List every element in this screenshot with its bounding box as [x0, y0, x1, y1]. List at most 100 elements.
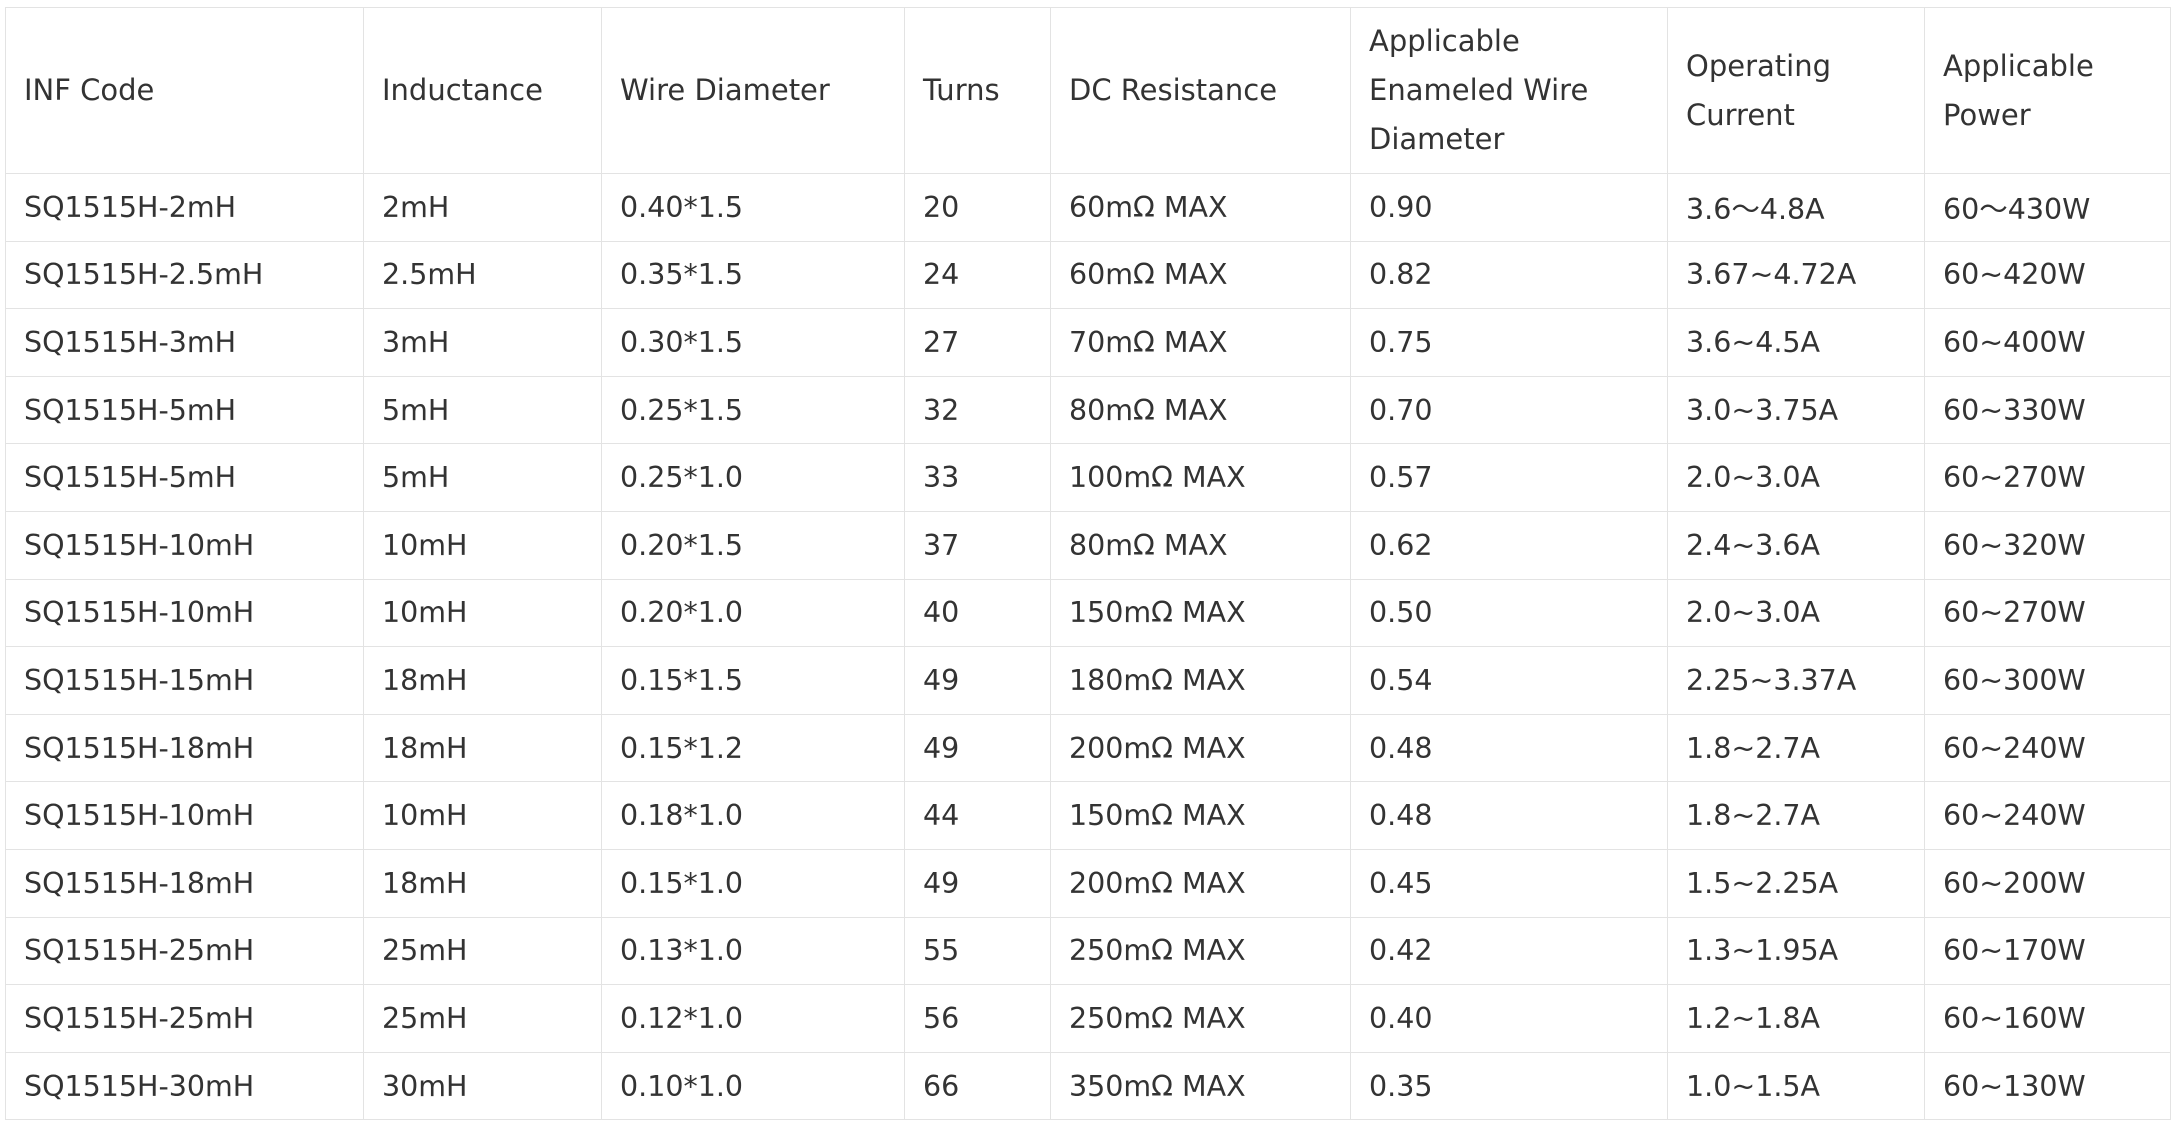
- cell-wire-diameter: 0.18*1.0: [601, 781, 905, 850]
- cell-operating-current: 1.2~1.8A: [1667, 984, 1925, 1053]
- cell-enameled-wire-diameter: 0.42: [1350, 916, 1668, 986]
- cell-inf-code: SQ1515H-10mH: [5, 510, 364, 580]
- cell-operating-current: 1.8~2.7A: [1667, 713, 1925, 783]
- column-header-applicable-power: Applicable Power: [1924, 7, 2171, 174]
- cell-inductance: 10mH: [363, 578, 602, 648]
- cell-dc-resistance: 60mΩ MAX: [1050, 173, 1351, 242]
- cell-operating-current: 2.0~3.0A: [1667, 443, 1925, 512]
- cell-inductance: 10mH: [363, 781, 602, 850]
- cell-enameled-wire-diameter: 0.57: [1350, 443, 1668, 512]
- cell-operating-current: 1.5~2.25A: [1667, 848, 1925, 918]
- table-row: SQ1515H-10mH 10mH 0.20*1.5 37 80mΩ MAX 0.62 2.…: [5, 510, 2171, 580]
- column-header-wire-diameter: Wire Diameter: [601, 7, 905, 174]
- cell-applicable-power: 60~330W: [1924, 375, 2171, 445]
- cell-wire-diameter: 0.15*1.0: [601, 848, 905, 918]
- cell-inductance: 5mH: [363, 443, 602, 512]
- cell-operating-current: 3.67~4.72A: [1667, 240, 1925, 310]
- cell-turns: 24: [904, 240, 1051, 310]
- cell-inf-code: SQ1515H-10mH: [5, 578, 364, 648]
- cell-enameled-wire-diameter: 0.62: [1350, 510, 1668, 580]
- table-row: SQ1515H-30mH 30mH 0.10*1.0 66 350mΩ MAX 0.35 1…: [5, 1051, 2171, 1121]
- cell-inductance: 2.5mH: [363, 240, 602, 310]
- cell-inductance: 5mH: [363, 375, 602, 445]
- cell-inf-code: SQ1515H-15mH: [5, 646, 364, 715]
- cell-turns: 49: [904, 713, 1051, 783]
- cell-turns: 32: [904, 375, 1051, 445]
- cell-enameled-wire-diameter: 0.50: [1350, 578, 1668, 648]
- cell-turns: 33: [904, 443, 1051, 512]
- cell-inf-code: SQ1515H-10mH: [5, 781, 364, 850]
- cell-inductance: 3mH: [363, 308, 602, 377]
- cell-turns: 55: [904, 916, 1051, 986]
- cell-inf-code: SQ1515H-5mH: [5, 443, 364, 512]
- cell-inductance: 18mH: [363, 713, 602, 783]
- cell-turns: 40: [904, 578, 1051, 648]
- cell-inductance: 18mH: [363, 646, 602, 715]
- cell-dc-resistance: 250mΩ MAX: [1050, 916, 1351, 986]
- cell-dc-resistance: 150mΩ MAX: [1050, 578, 1351, 648]
- cell-enameled-wire-diameter: 0.70: [1350, 375, 1668, 445]
- cell-turns: 20: [904, 173, 1051, 242]
- cell-dc-resistance: 150mΩ MAX: [1050, 781, 1351, 850]
- table-row: SQ1515H-5mH 5mH 0.25*1.5 32 80mΩ MAX 0.70 3.0~…: [5, 375, 2171, 445]
- cell-applicable-power: 60~160W: [1924, 984, 2171, 1053]
- table-row: SQ1515H-18mH 18mH 0.15*1.2 49 200mΩ MAX 0.48 1…: [5, 713, 2171, 783]
- cell-operating-current: 1.0~1.5A: [1667, 1051, 1925, 1121]
- cell-wire-diameter: 0.25*1.5: [601, 375, 905, 445]
- cell-dc-resistance: 70mΩ MAX: [1050, 308, 1351, 377]
- cell-wire-diameter: 0.15*1.5: [601, 646, 905, 715]
- table-row: SQ1515H-2.5mH 2.5mH 0.35*1.5 24 60mΩ MAX 0.82…: [5, 240, 2171, 310]
- cell-applicable-power: 60~170W: [1924, 916, 2171, 986]
- cell-applicable-power: 60~240W: [1924, 713, 2171, 783]
- column-header-operating-current: Operating Current: [1667, 7, 1925, 174]
- cell-inf-code: SQ1515H-18mH: [5, 713, 364, 783]
- cell-turns: 37: [904, 510, 1051, 580]
- cell-inf-code: SQ1515H-30mH: [5, 1051, 364, 1121]
- cell-dc-resistance: 200mΩ MAX: [1050, 713, 1351, 783]
- cell-enameled-wire-diameter: 0.75: [1350, 308, 1668, 377]
- cell-inf-code: SQ1515H-25mH: [5, 916, 364, 986]
- cell-operating-current: 1.8~2.7A: [1667, 781, 1925, 850]
- cell-turns: 27: [904, 308, 1051, 377]
- cell-dc-resistance: 250mΩ MAX: [1050, 984, 1351, 1053]
- cell-operating-current: 2.25~3.37A: [1667, 646, 1925, 715]
- cell-turns: 66: [904, 1051, 1051, 1121]
- table-row: SQ1515H-25mH 25mH 0.13*1.0 55 250mΩ MAX 0.42 1…: [5, 916, 2171, 986]
- cell-applicable-power: 60～430W: [1924, 173, 2171, 242]
- table-row: SQ1515H-3mH 3mH 0.30*1.5 27 70mΩ MAX 0.75 3.6~…: [5, 308, 2171, 377]
- column-header-dc-resistance: DC Resistance: [1050, 7, 1351, 174]
- cell-inductance: 25mH: [363, 916, 602, 986]
- cell-dc-resistance: 350mΩ MAX: [1050, 1051, 1351, 1121]
- cell-wire-diameter: 0.35*1.5: [601, 240, 905, 310]
- cell-inductance: 18mH: [363, 848, 602, 918]
- cell-operating-current: 3.6~4.5A: [1667, 308, 1925, 377]
- cell-dc-resistance: 100mΩ MAX: [1050, 443, 1351, 512]
- cell-enameled-wire-diameter: 0.48: [1350, 781, 1668, 850]
- table-row: SQ1515H-18mH 18mH 0.15*1.0 49 200mΩ MAX 0.45 1…: [5, 848, 2171, 918]
- cell-inductance: 25mH: [363, 984, 602, 1053]
- table-body: SQ1515H-2mH 2mH 0.40*1.5 20 60mΩ MAX 0.90 3.6～…: [5, 173, 2171, 1121]
- cell-dc-resistance: 80mΩ MAX: [1050, 375, 1351, 445]
- table-row: SQ1515H-10mH 10mH 0.18*1.0 44 150mΩ MAX 0.48 1…: [5, 781, 2171, 850]
- cell-turns: 49: [904, 646, 1051, 715]
- cell-applicable-power: 60~300W: [1924, 646, 2171, 715]
- table-row: SQ1515H-25mH 25mH 0.12*1.0 56 250mΩ MAX 0.40 1…: [5, 984, 2171, 1053]
- cell-operating-current: 1.3~1.95A: [1667, 916, 1925, 986]
- cell-inductance: 10mH: [363, 510, 602, 580]
- cell-wire-diameter: 0.13*1.0: [601, 916, 905, 986]
- cell-inf-code: SQ1515H-5mH: [5, 375, 364, 445]
- cell-wire-diameter: 0.20*1.5: [601, 510, 905, 580]
- cell-enameled-wire-diameter: 0.90: [1350, 173, 1668, 242]
- cell-inductance: 2mH: [363, 173, 602, 242]
- header-row: INF Code Inductance Wire Diameter Turns DC R…: [5, 7, 2171, 174]
- cell-enameled-wire-diameter: 0.40: [1350, 984, 1668, 1053]
- cell-enameled-wire-diameter: 0.54: [1350, 646, 1668, 715]
- spec-table-container: INF Code Inductance Wire Diameter Turns DC R…: [5, 7, 2171, 1121]
- cell-applicable-power: 60~270W: [1924, 578, 2171, 648]
- cell-applicable-power: 60~200W: [1924, 848, 2171, 918]
- cell-wire-diameter: 0.40*1.5: [601, 173, 905, 242]
- cell-wire-diameter: 0.30*1.5: [601, 308, 905, 377]
- cell-operating-current: 2.4~3.6A: [1667, 510, 1925, 580]
- table-header: INF Code Inductance Wire Diameter Turns DC R…: [5, 7, 2171, 174]
- cell-applicable-power: 60~240W: [1924, 781, 2171, 850]
